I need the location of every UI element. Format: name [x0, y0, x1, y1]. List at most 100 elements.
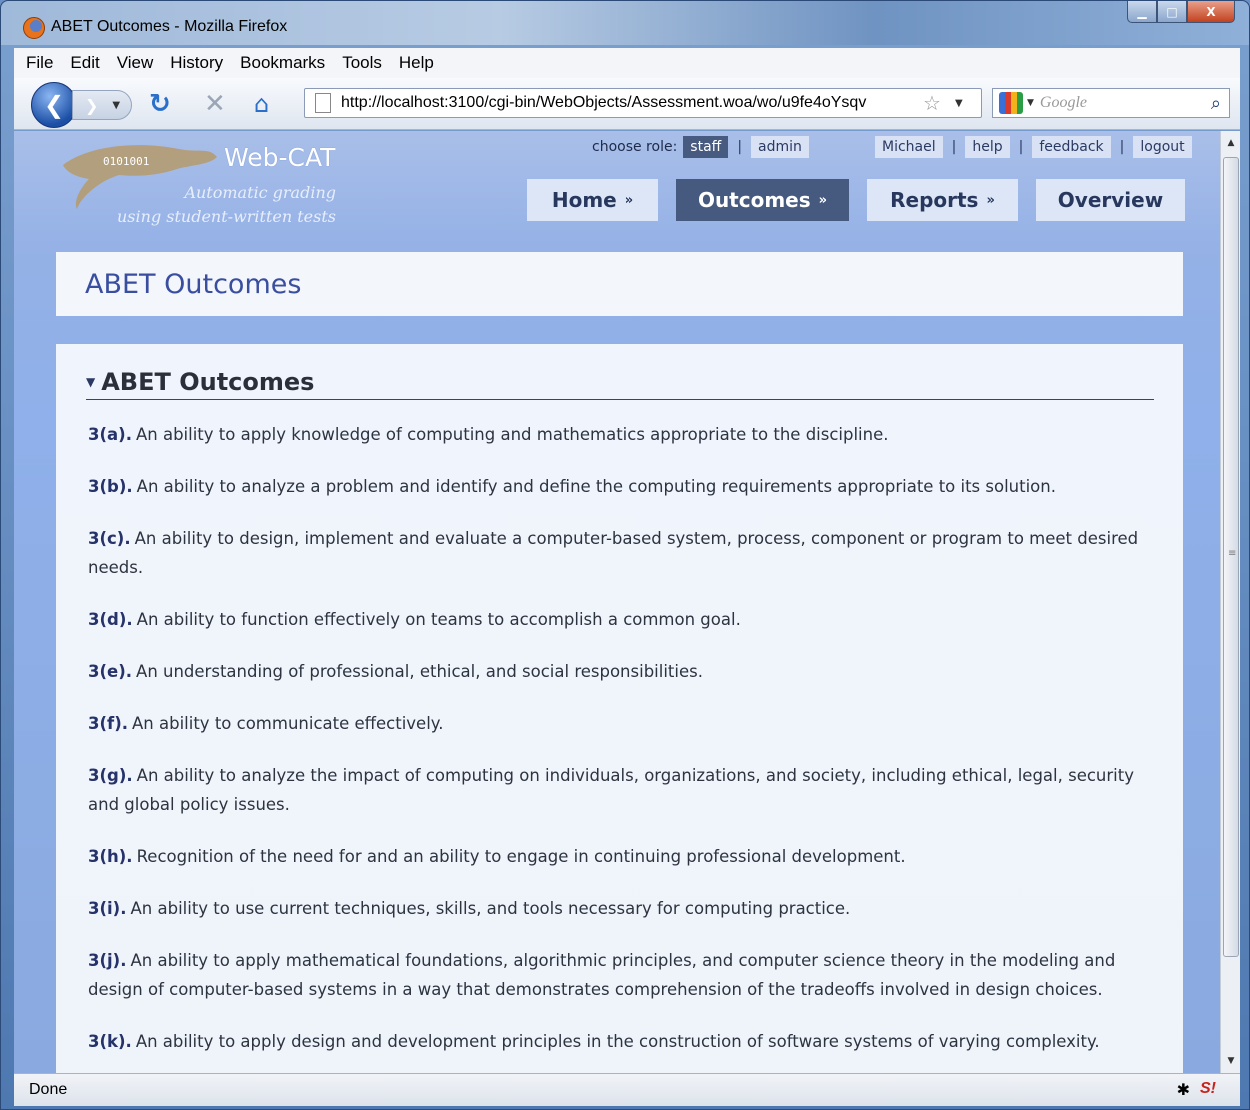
role-staff[interactable]: staff — [683, 136, 729, 158]
minimize-button[interactable]: ▁ — [1127, 1, 1157, 23]
outcome-code: 3(d). — [88, 610, 133, 629]
separator: | — [1119, 139, 1125, 155]
user-links: Michael | help | feedback | logout — [875, 135, 1192, 159]
addon-s-icon[interactable]: S! — [1200, 1080, 1216, 1100]
outcome-text: An ability to apply design and developme… — [135, 1032, 1100, 1051]
search-input[interactable]: Google — [1040, 94, 1211, 112]
section-title: ABET Outcomes — [101, 367, 315, 396]
addon-spider-icon[interactable]: ✱ — [1177, 1080, 1190, 1100]
outcome-item: 3(j). An ability to apply mathematical fo… — [86, 946, 1144, 1004]
tab-outcomes[interactable]: Outcomes » — [676, 179, 849, 221]
url-dropdown-icon[interactable]: ▼ — [955, 98, 963, 109]
search-engine-dropdown-icon[interactable]: ▼ — [1027, 98, 1034, 108]
outcome-item: 3(e). An understanding of professional, e… — [86, 657, 1144, 686]
close-button[interactable]: X — [1187, 1, 1235, 23]
outcome-item: 3(f). An ability to communicate effective… — [86, 709, 1144, 738]
search-icon[interactable]: ⌕ — [1211, 93, 1221, 114]
outcome-text: An ability to apply mathematical foundat… — [88, 951, 1116, 999]
menu-view[interactable]: View — [117, 53, 154, 73]
vertical-scrollbar[interactable]: ▲ ≡ ▼ — [1220, 131, 1240, 1073]
home-icon[interactable]: ⌂ — [254, 90, 269, 118]
outcome-item: 3(c). An ability to design, implement and… — [86, 524, 1144, 582]
outcome-item: 3(g). An ability to analyze the impact of… — [86, 761, 1144, 819]
url-bar[interactable]: http://localhost:3100/cgi-bin/WebObjects… — [304, 88, 982, 118]
content-panel: ▼ ABET Outcomes 3(a). An ability to apply… — [56, 344, 1183, 1073]
tagline-line-2: using student-written tests — [117, 207, 336, 226]
outcome-code: 3(i). — [88, 899, 127, 918]
outcome-text: An understanding of professional, ethica… — [136, 662, 703, 681]
tab-home-arrow: » — [624, 192, 634, 208]
page-icon — [315, 93, 331, 113]
tab-outcomes-label: Outcomes — [697, 188, 811, 212]
outcome-code: 3(e). — [88, 662, 133, 681]
history-dropdown-icon[interactable]: ▼ — [112, 100, 120, 111]
forward-button[interactable]: ❯ ▼ — [72, 90, 132, 120]
firefox-icon — [23, 17, 45, 39]
menu-help[interactable]: Help — [399, 53, 434, 73]
navigation-toolbar: ❮ ❯ ▼ ↻ ✕ ⌂ http://localhost:3100/cgi-bi… — [14, 78, 1240, 130]
menu-tools[interactable]: Tools — [342, 53, 382, 73]
menu-edit[interactable]: Edit — [70, 53, 99, 73]
status-icons: ✱ S! — [1177, 1080, 1216, 1100]
main-navigation: Home » Outcomes » Reports » Overview — [527, 179, 1185, 221]
user-link-help[interactable]: help — [965, 136, 1010, 158]
forward-arrow-icon: ❯ — [85, 95, 99, 115]
role-admin[interactable]: admin — [751, 136, 809, 158]
tab-home[interactable]: Home » — [527, 179, 658, 221]
outcome-code: 3(f). — [88, 714, 129, 733]
tagline: Automatic grading using student-written … — [84, 181, 336, 229]
user-link-michael[interactable]: Michael — [875, 136, 943, 158]
brand-name[interactable]: Web-CAT — [224, 143, 335, 172]
scroll-up-icon[interactable]: ▲ — [1221, 133, 1241, 153]
tab-reports-label: Reports — [890, 188, 979, 212]
browser-window: ABET Outcomes - Mozilla Firefox ▁ □ X Fi… — [0, 0, 1250, 1110]
status-bar: Done ✱ S! — [14, 1073, 1240, 1106]
outcome-text: An ability to analyze the impact of comp… — [88, 766, 1134, 814]
section-header[interactable]: ▼ ABET Outcomes — [86, 364, 1154, 400]
menu-bar: File Edit View History Bookmarks Tools H… — [14, 48, 1240, 78]
bookmark-star-icon[interactable]: ☆ — [923, 91, 941, 115]
user-link-feedback[interactable]: feedback — [1032, 136, 1111, 158]
page-title: ABET Outcomes — [85, 268, 302, 300]
outcome-text: An ability to use current techniques, sk… — [130, 899, 851, 918]
outcomes-list: 3(a). An ability to apply knowledge of co… — [86, 420, 1144, 1056]
role-chooser: choose role: staff | admin — [592, 135, 809, 159]
grip-icon: ≡ — [1228, 548, 1237, 559]
tab-overview[interactable]: Overview — [1036, 179, 1185, 221]
tagline-line-1: Automatic grading — [184, 183, 336, 202]
outcome-item: 3(i). An ability to use current technique… — [86, 894, 1144, 923]
scroll-down-icon[interactable]: ▼ — [1221, 1051, 1241, 1071]
url-text[interactable]: http://localhost:3100/cgi-bin/WebObjects… — [341, 94, 921, 112]
maximize-button[interactable]: □ — [1157, 1, 1187, 23]
scroll-thumb[interactable]: ≡ — [1223, 157, 1239, 957]
tab-reports[interactable]: Reports » — [867, 179, 1018, 221]
outcome-code: 3(c). — [88, 529, 131, 548]
tab-outcomes-arrow: » — [818, 192, 828, 208]
stop-icon[interactable]: ✕ — [204, 90, 226, 118]
outcome-code: 3(g). — [88, 766, 133, 785]
outcome-code: 3(k). — [88, 1032, 132, 1051]
svg-text:0101001: 0101001 — [103, 155, 149, 168]
google-icon[interactable] — [999, 92, 1023, 114]
separator: | — [951, 139, 957, 155]
outcome-item: 3(h). Recognition of the need for and an … — [86, 842, 1144, 871]
separator: | — [737, 139, 743, 155]
outcome-text: An ability to design, implement and eval… — [88, 529, 1139, 577]
search-box[interactable]: ▼ Google ⌕ — [992, 88, 1230, 118]
user-link-logout[interactable]: logout — [1133, 136, 1192, 158]
menu-history[interactable]: History — [170, 53, 223, 73]
outcome-code: 3(j). — [88, 951, 127, 970]
outcome-item: 3(b). An ability to analyze a problem and… — [86, 472, 1144, 501]
outcome-text: An ability to communicate effectively. — [132, 714, 444, 733]
collapse-triangle-icon[interactable]: ▼ — [86, 375, 95, 389]
menu-bookmarks[interactable]: Bookmarks — [240, 53, 325, 73]
title-panel: ABET Outcomes — [56, 252, 1183, 316]
tab-reports-arrow: » — [986, 192, 995, 208]
back-button[interactable]: ❮ — [31, 82, 77, 128]
reload-icon[interactable]: ↻ — [149, 90, 171, 118]
outcome-item: 3(k). An ability to apply design and deve… — [86, 1027, 1144, 1056]
menu-file[interactable]: File — [26, 53, 53, 73]
separator: | — [1018, 139, 1024, 155]
tab-overview-label: Overview — [1057, 188, 1164, 212]
outcome-text: Recognition of the need for and an abili… — [136, 847, 906, 866]
